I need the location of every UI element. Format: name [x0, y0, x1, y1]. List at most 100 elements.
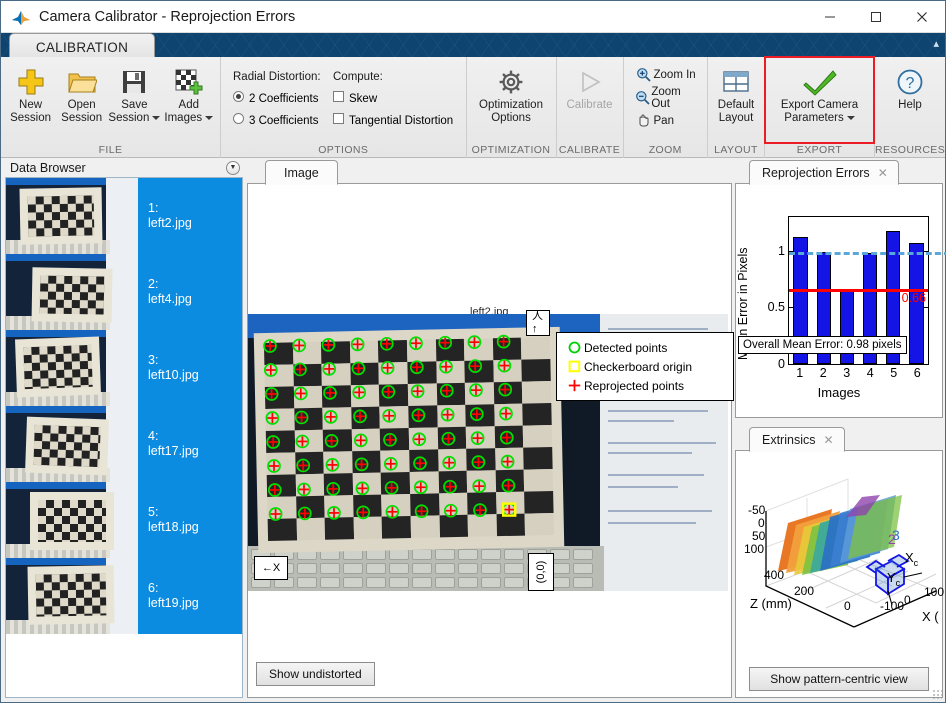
collapse-ribbon-icon[interactable]: ▴ — [933, 37, 939, 50]
group-label-zoom: ZOOM — [648, 144, 682, 156]
checkbox-skew-icon[interactable] — [333, 91, 344, 102]
detected-point-marker — [470, 431, 485, 446]
checkbox-tangential-distortion-icon[interactable] — [333, 113, 344, 124]
detected-point-marker — [322, 362, 337, 376]
magnifier-minus-icon — [634, 90, 652, 105]
list-item-label: 4: left17.jpg — [138, 406, 242, 481]
image-canvas[interactable]: left2.jpg 人↑ ←X (0,0) Detected points Ch… — [247, 184, 734, 698]
green-check-icon — [802, 65, 837, 99]
new-session-button[interactable]: New Session — [5, 61, 56, 125]
detected-point-marker — [264, 387, 279, 401]
window-title: Camera Calibrator - Reprojection Errors — [39, 8, 296, 25]
open-session-button[interactable]: Open Session — [56, 61, 107, 125]
save-session-button[interactable]: Save Session — [107, 61, 161, 125]
zoom-out-button[interactable]: Zoom Out — [628, 86, 703, 110]
ribbon-group-optimization: Optimization Options OPTIMIZATION — [467, 57, 557, 158]
tab-extrinsics[interactable]: Extrinsics ✕ — [749, 427, 845, 452]
list-item-label: 1: left2.jpg — [138, 178, 242, 253]
group-label-export: EXPORT — [796, 144, 843, 156]
show-pattern-centric-view-button[interactable]: Show pattern-centric view — [749, 667, 929, 691]
detected-point-marker — [293, 362, 307, 377]
camera-axis-y-label: Yc — [887, 570, 901, 588]
circle-marker-icon — [564, 341, 584, 354]
resize-grip[interactable] — [932, 689, 942, 699]
pan-button[interactable]: Pan — [628, 109, 680, 132]
group-label-options: OPTIONS — [318, 144, 369, 156]
tab-reprojection-errors-label: Reprojection Errors — [762, 165, 870, 180]
checkbox-tangential-distortion[interactable]: Tangential Distortion — [333, 113, 453, 127]
legend-row-detected: Detected points — [564, 338, 726, 357]
extrinsics-x-tick-2: 100 — [924, 585, 945, 599]
reprojection-tabstrip: Reprojection Errors ✕ — [735, 158, 943, 185]
list-item[interactable]: 5: left18.jpg — [6, 482, 242, 558]
chart-y-tick-label: 0 — [778, 357, 785, 371]
maximize-button[interactable] — [853, 1, 899, 33]
right-panels: Reprojection Errors ✕ Mean Error in Pixe… — [735, 158, 946, 703]
plus-icon — [16, 65, 46, 99]
extrinsics-z-tick-0: 400 — [764, 568, 785, 582]
close-icon[interactable]: ✕ — [878, 166, 888, 180]
chart-x-tick-label: 1 — [796, 366, 804, 380]
list-item[interactable]: 3: left10.jpg — [6, 330, 242, 406]
export-camera-parameters-dropdown-icon[interactable] — [846, 115, 855, 120]
detected-point-marker — [353, 433, 368, 448]
detected-point-marker — [327, 506, 341, 520]
list-item[interactable]: 6: left19.jpg — [6, 558, 242, 634]
detected-point-marker — [381, 384, 396, 399]
open-session-label-top: Open — [67, 99, 96, 111]
detected-point-marker — [296, 458, 311, 473]
minimize-button[interactable] — [807, 1, 853, 33]
group-label-calibrate: CALIBRATE — [558, 144, 621, 156]
detected-point-marker — [443, 503, 458, 518]
matlab-logo-icon — [11, 8, 31, 26]
show-undistorted-button[interactable]: Show undistorted — [256, 662, 375, 686]
chart-y-tick-mark — [923, 307, 928, 309]
checkerboard-add-icon — [174, 65, 204, 99]
list-item[interactable]: 1: left2.jpg — [6, 178, 242, 254]
close-icon[interactable]: ✕ — [823, 433, 833, 447]
chevron-down-icon[interactable]: ▼ — [226, 160, 240, 175]
list-item[interactable]: 2: left4.jpg — [6, 254, 242, 330]
extrinsics-z-axis-label: Z (mm) — [750, 596, 792, 611]
thumbnail-image — [6, 178, 138, 254]
zoom-in-button[interactable]: Zoom In — [628, 63, 702, 86]
help-button[interactable]: ? Help — [880, 61, 940, 112]
camera-axis-x-label: Xc — [905, 550, 919, 568]
add-images-label-bottom: Images — [164, 112, 203, 124]
calibrate-button[interactable]: Calibrate — [561, 61, 619, 112]
image-legend: Detected points Checkerboard origin Repr… — [556, 332, 734, 401]
new-session-label-bottom: Session — [10, 112, 51, 124]
detected-point-marker — [414, 504, 429, 519]
default-layout-button[interactable]: Default Layout — [712, 61, 760, 125]
overall-mean-error-tooltip: Overall Mean Error: 0.98 pixels — [738, 336, 907, 354]
add-images-button[interactable]: Add Images — [162, 61, 216, 125]
detected-point-marker — [352, 385, 367, 400]
x-axis-overlay: ←X — [254, 556, 288, 580]
radio-2-coefficients-icon[interactable] — [233, 91, 244, 102]
add-images-dropdown-icon[interactable] — [205, 115, 214, 120]
hand-icon — [634, 113, 654, 128]
ribbon-group-zoom: Zoom In Zoom Out Pan ZOOM — [624, 57, 708, 158]
close-button[interactable] — [899, 1, 945, 33]
tab-reprojection-errors[interactable]: Reprojection Errors ✕ — [749, 160, 899, 185]
extrinsics-body[interactable]: 2 3 -50 0 50 100 400 200 0 -100 0 100 Z … — [735, 451, 945, 698]
detected-point-marker — [321, 338, 336, 352]
ribbon-group-layout: Default Layout LAYOUT — [708, 57, 765, 158]
list-item[interactable]: 4: left17.jpg — [6, 406, 242, 482]
data-browser-list[interactable]: 1: left2.jpg 2: left4.jpg 3: left10.jpg 4: left… — [5, 177, 243, 698]
save-session-dropdown-icon[interactable] — [152, 115, 161, 120]
radio-2-coefficients[interactable]: 2 Coefficients — [233, 91, 333, 105]
detected-point-marker — [325, 458, 340, 472]
radio-3-coefficients[interactable]: 3 Coefficients — [233, 113, 333, 127]
detected-point-marker — [382, 408, 397, 423]
reprojection-chart-body[interactable]: Mean Error in Pixels 0 0.5 1 0.66 1 2 3 4 5 6 Im… — [735, 184, 946, 418]
optimization-options-button[interactable]: Optimization Options — [471, 61, 552, 125]
radio-3-coefficients-icon[interactable] — [233, 113, 244, 124]
export-camera-parameters-button[interactable]: Export Camera Parameters — [769, 61, 870, 125]
save-session-label-bottom: Session — [108, 112, 150, 124]
detected-point-marker — [499, 406, 513, 421]
extrinsics-y-tick-1: 0 — [758, 516, 765, 530]
folder-icon — [67, 65, 97, 99]
checkbox-skew[interactable]: Skew — [333, 91, 377, 105]
tab-image[interactable]: Image — [265, 160, 338, 185]
